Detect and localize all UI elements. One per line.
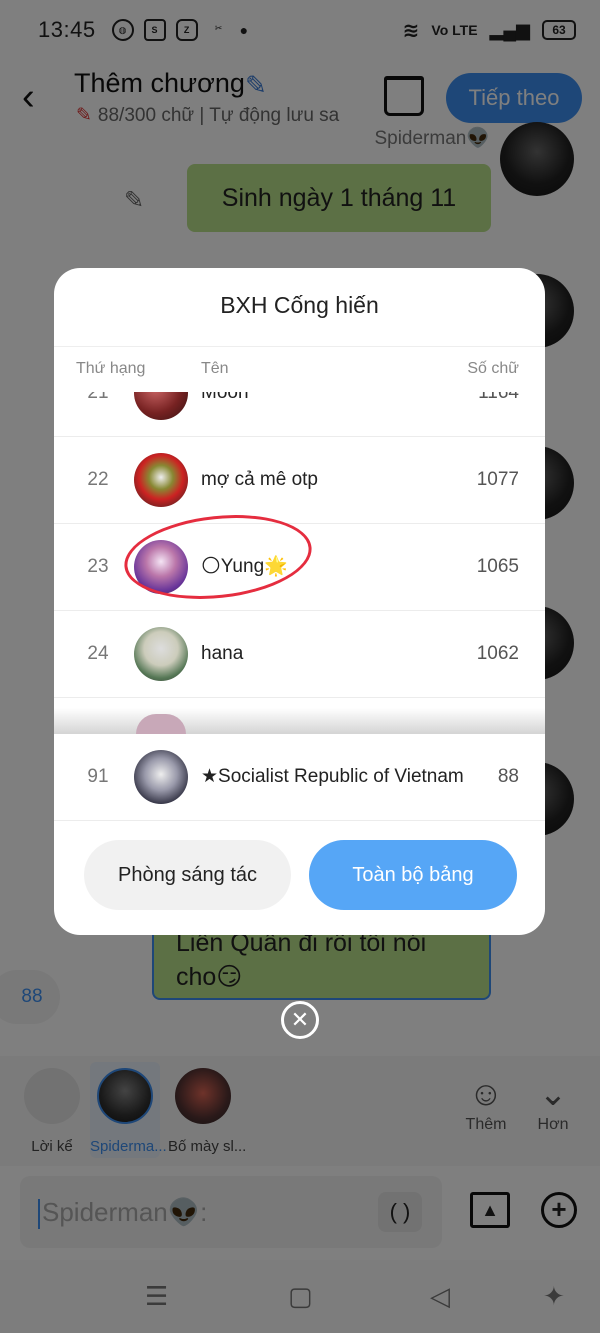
rank-header: Thứ hạng <box>76 360 146 377</box>
full-table-button[interactable]: Toàn bộ bảng <box>309 840 517 910</box>
my-count: 88 <box>497 766 519 787</box>
avatar <box>134 392 188 420</box>
studio-button[interactable]: Phòng sáng tác <box>84 840 291 910</box>
leaderboard-modal: BXH Cống hiến Thứ hạng Tên Số chữ 21 Moo… <box>54 268 545 935</box>
table-row[interactable]: 21 Moon 1164 <box>54 392 545 437</box>
avatar <box>134 750 188 804</box>
avatar <box>134 627 188 681</box>
my-rank-row[interactable]: 91 ★Socialist Republic of Vietnam 88 <box>54 734 545 821</box>
count-header: Số chữ <box>467 360 519 377</box>
modal-title: BXH Cống hiến <box>220 292 379 318</box>
avatar <box>134 453 188 507</box>
table-row[interactable]: 22 mợ cả mê otp 1077 <box>54 437 545 524</box>
my-rank: 91 <box>87 766 109 787</box>
scroll-fade <box>54 708 545 734</box>
close-icon[interactable]: ✕ <box>281 1001 319 1039</box>
name-header: Tên <box>201 360 229 377</box>
table-row[interactable]: 24 hana 1062 <box>54 611 545 698</box>
my-name: ★Socialist Republic of Vietnam <box>201 766 464 787</box>
